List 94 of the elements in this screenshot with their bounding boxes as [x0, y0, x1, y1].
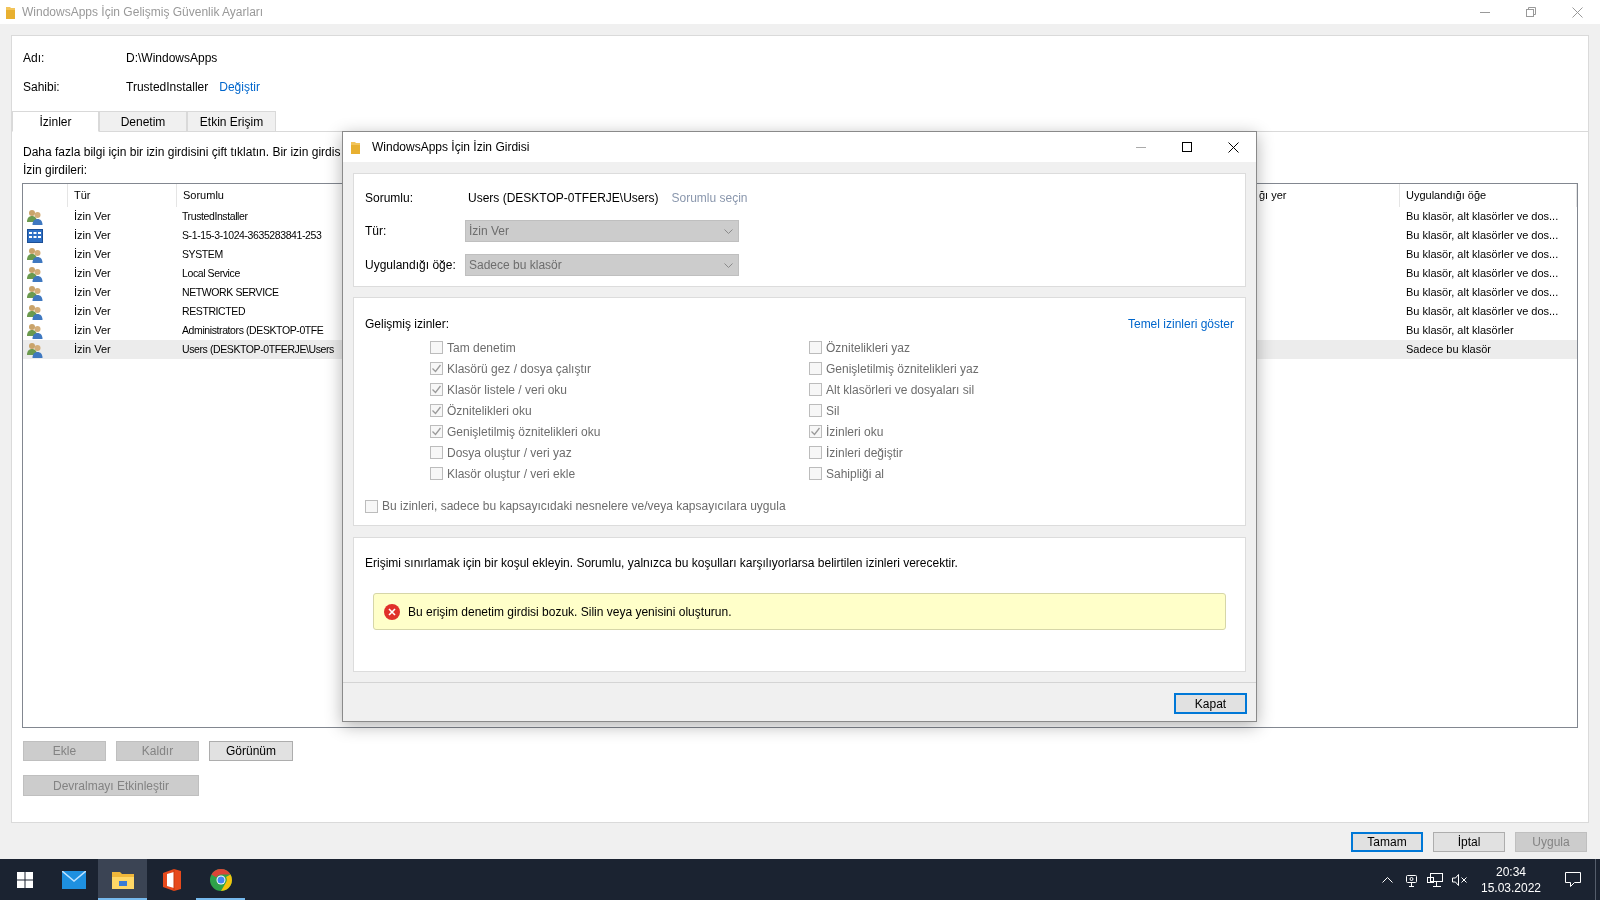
- minimize-icon[interactable]: [1480, 11, 1490, 13]
- users-icon: [27, 322, 43, 339]
- field-label: Tür:: [365, 223, 388, 240]
- table-cell: Local Service: [182, 267, 240, 280]
- checkbox-label: Alt klasörleri ve dosyaları sil: [826, 381, 975, 399]
- clock-date[interactable]: 15.03.2022: [1480, 879, 1542, 896]
- tab[interactable]: İzinler: [12, 111, 99, 132]
- checkbox-label: Öznitelikleri yaz: [826, 339, 911, 357]
- table-cell: Bu klasör, alt klasörler ve dos...: [1406, 267, 1559, 280]
- notification-icon[interactable]: [1565, 872, 1581, 887]
- clock-time[interactable]: 20:34: [1496, 863, 1526, 880]
- close-icon[interactable]: [1227, 141, 1239, 153]
- error-message: Bu erişim denetim girdisi bozuk. Silin veya yenisini oluşturun.: [408, 603, 732, 621]
- checkbox-label: Genişletilmiş öznitelikleri oku: [447, 423, 601, 441]
- chevron-icon: [724, 228, 733, 234]
- folder-icon[interactable]: [111, 870, 134, 889]
- folder-icon: [351, 140, 360, 154]
- checkbox-label: Sil: [826, 402, 840, 420]
- dialog-title: WindowsApps İçin İzin Girdisi: [372, 139, 530, 156]
- hint-text: Daha fazla bilgi için bir izin girdisini çift tıklatın. Bir izin girdis: [23, 145, 341, 159]
- window-title: WindowsApps İçin Gelişmiş Güvenlik Ayarları: [22, 4, 264, 21]
- table-cell: Users (DESKTOP-0TFERJE\Users: [182, 343, 334, 356]
- windows-logo-icon[interactable]: [16, 871, 33, 888]
- table-cell: İzin Ver: [74, 324, 111, 337]
- users-icon: [27, 246, 43, 263]
- restore-icon[interactable]: [1526, 7, 1536, 17]
- users-icon: [27, 303, 43, 320]
- section-label: Gelişmiş izinler:: [365, 316, 449, 333]
- field-value: TrustedInstaller: [126, 79, 209, 96]
- muted-speaker-icon[interactable]: [1451, 873, 1467, 886]
- tab[interactable]: Denetim: [99, 111, 187, 132]
- field-value: D:\WindowsApps: [126, 50, 218, 67]
- table-cell: TrustedInstaller: [182, 210, 248, 223]
- camera-icon[interactable]: [1404, 872, 1418, 887]
- taskbar-button[interactable]: [98, 859, 147, 900]
- table-cell: İzin Ver: [74, 343, 111, 356]
- checkbox-label: İzinleri değiştir: [826, 444, 903, 462]
- table-cell: S-1-15-3-1024-3635283841-253: [182, 229, 322, 242]
- table-cell: İzin Ver: [74, 267, 111, 280]
- document-icon[interactable]: [162, 868, 181, 891]
- checkbox-label: Bu izinleri, sadece bu kapsayıcıdaki nesnelere ve/veya kapsayıcılara uygula: [382, 498, 786, 515]
- table-cell: İzin Ver: [74, 305, 111, 318]
- folder-icon: [6, 5, 15, 19]
- field-value: Users (DESKTOP-0TFERJE\Users): [468, 190, 659, 207]
- table-cell: İzin Ver: [74, 210, 111, 223]
- mail-icon[interactable]: [61, 870, 86, 889]
- column-header[interactable]: ğı yer: [1257, 184, 1399, 207]
- view-button[interactable]: Görünüm: [209, 741, 293, 761]
- field-label: Uygulandığı öğe:: [365, 257, 457, 274]
- users-icon: [27, 265, 43, 282]
- close-button[interactable]: Kapat: [1174, 693, 1247, 714]
- checkbox-label: Klasör oluştur / veri ekle: [447, 465, 576, 483]
- checkbox-label: Genişletilmiş öznitelikleri yaz: [826, 360, 979, 378]
- table-cell: RESTRICTED: [182, 305, 246, 318]
- section-label: İzin girdileri:: [23, 163, 89, 177]
- minimize-icon[interactable]: [1136, 146, 1146, 148]
- checkbox-label: Dosya oluştur / veri yaz: [447, 444, 572, 462]
- checkbox-label: Klasörü gez / dosya çalıştır: [447, 360, 592, 378]
- users-icon: [27, 208, 43, 225]
- basic-permissions-link[interactable]: Temel izinleri göster: [1127, 315, 1234, 333]
- browser-icon[interactable]: [209, 868, 232, 891]
- table-cell: Sadece bu klasör: [1406, 343, 1491, 356]
- checkbox-label: Sahipliği al: [826, 465, 885, 483]
- table-cell: Bu klasör, alt klasörler ve dos...: [1406, 305, 1559, 318]
- cancel-button[interactable]: İptal: [1433, 832, 1505, 852]
- tab[interactable]: Etkin Erişim: [187, 111, 276, 132]
- table-cell: NETWORK SERVICE: [182, 286, 279, 299]
- ok-button[interactable]: Tamam: [1351, 832, 1423, 852]
- field-label: Sorumlu:: [365, 190, 415, 207]
- table-cell: Administrators (DESKTOP-0TFE: [182, 324, 324, 337]
- checkbox-label: Tam denetim: [447, 339, 516, 357]
- condition-text: Erişimi sınırlamak için bir koşul ekleyin. Sorumlu, yalnızca bu koşulları karşılıyorlarsa belirtilen izinleri verecektir.: [365, 555, 959, 571]
- chevron-icon: [724, 262, 733, 268]
- checkbox-label: İzinleri oku: [826, 423, 884, 441]
- table-cell: Bu klasör, alt klasörler ve dos...: [1406, 229, 1559, 242]
- network-icon[interactable]: [1427, 872, 1443, 887]
- table-cell: SYSTEM: [182, 248, 223, 261]
- table-cell: Bu klasör, alt klasörler ve dos...: [1406, 286, 1559, 299]
- table-cell: İzin Ver: [74, 248, 111, 261]
- change-link[interactable]: Değiştir: [219, 78, 260, 96]
- table-cell: İzin Ver: [74, 286, 111, 299]
- table-cell: Bu klasör, alt klasörler ve dos...: [1406, 248, 1559, 261]
- field-label: Adı:: [23, 50, 46, 67]
- table-cell: Bu klasör, alt klasörler ve dos...: [1406, 210, 1559, 223]
- error-icon: [384, 603, 400, 620]
- table-cell: İzin Ver: [74, 229, 111, 242]
- users-icon: [27, 284, 43, 301]
- maximize-icon[interactable]: [1182, 142, 1192, 152]
- field-label: Sahibi:: [23, 79, 61, 96]
- checkbox-label: Klasör listele / veri oku: [447, 381, 568, 399]
- checkbox-label: Öznitelikleri oku: [447, 402, 532, 420]
- table-cell: Bu klasör, alt klasörler: [1406, 324, 1514, 337]
- users-icon: [27, 341, 43, 358]
- caret-icon[interactable]: [1381, 876, 1393, 883]
